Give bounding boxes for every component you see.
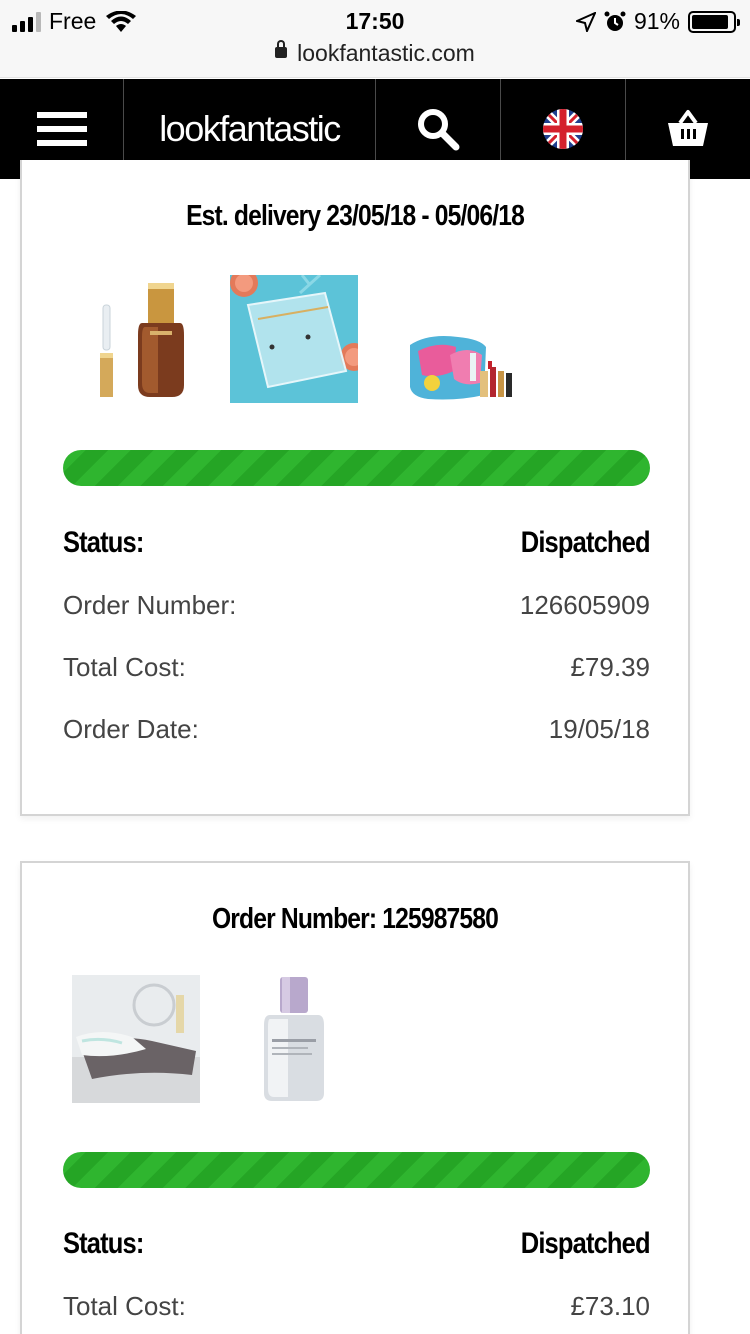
- order-number-row: Order Number: 126605909: [63, 590, 650, 621]
- product-thumbnails: [72, 275, 516, 403]
- status-value: Dispatched: [521, 1227, 651, 1260]
- row-value: £73.10: [570, 1291, 650, 1321]
- order-number-title: Order Number: 125987580: [211, 903, 499, 935]
- row-label: Order Number:: [63, 590, 237, 620]
- delivery-estimate: Est. delivery 23/05/18 - 05/06/18: [186, 200, 525, 232]
- status-row: Status: Dispatched: [63, 526, 651, 560]
- row-value: 19/05/18: [548, 714, 650, 744]
- battery-icon: [688, 10, 740, 33]
- total-cost-row: Total Cost: £79.39: [63, 652, 650, 683]
- lock-icon: [275, 40, 288, 59]
- serum-bottle-product-image[interactable]: [230, 975, 358, 1103]
- row-value: 126605909: [519, 590, 650, 620]
- gift-set-product-image[interactable]: [388, 275, 516, 403]
- search-icon: [418, 109, 460, 151]
- clear-pouch-product-image[interactable]: [230, 275, 358, 403]
- status-row: Status: Dispatched: [63, 1227, 651, 1261]
- row-label: Order Date:: [63, 714, 199, 744]
- battery-percent: 91%: [633, 8, 680, 34]
- basket-icon: [668, 110, 708, 146]
- row-label: Total Cost:: [63, 1291, 186, 1321]
- order-card[interactable]: Order Number: 125987580 Status: Dispatch…: [20, 861, 690, 1334]
- product-thumbnails: [72, 975, 358, 1103]
- order-progress-bar: [63, 1152, 650, 1188]
- total-cost-row: Total Cost: £73.10: [63, 1291, 650, 1322]
- bath-towel-product-image[interactable]: [72, 975, 200, 1103]
- url-bar[interactable]: lookfantastic.com: [0, 40, 750, 67]
- status-label: Status:: [63, 526, 144, 559]
- location-arrow-icon: [575, 11, 596, 32]
- uk-flag-icon: [543, 109, 583, 149]
- alarm-icon: [604, 11, 626, 31]
- order-card[interactable]: Est. delivery 23/05/18 - 05/06/18 Status…: [20, 160, 690, 816]
- row-value: £79.39: [570, 652, 650, 682]
- status-value: Dispatched: [521, 526, 651, 559]
- url-text: lookfantastic.com: [297, 40, 475, 66]
- eye-serum-product-image[interactable]: [72, 275, 200, 403]
- order-date-row: Order Date: 19/05/18: [63, 714, 650, 745]
- status-label: Status:: [63, 1227, 144, 1260]
- status-bar: Free 17:50 91% lookfantastic.com: [0, 0, 750, 78]
- menu-icon: [36, 104, 87, 154]
- site-logo: lookfantastic: [159, 108, 341, 149]
- row-label: Total Cost:: [63, 652, 186, 682]
- status-right: 91%: [575, 8, 740, 35]
- order-progress-bar: [63, 450, 650, 486]
